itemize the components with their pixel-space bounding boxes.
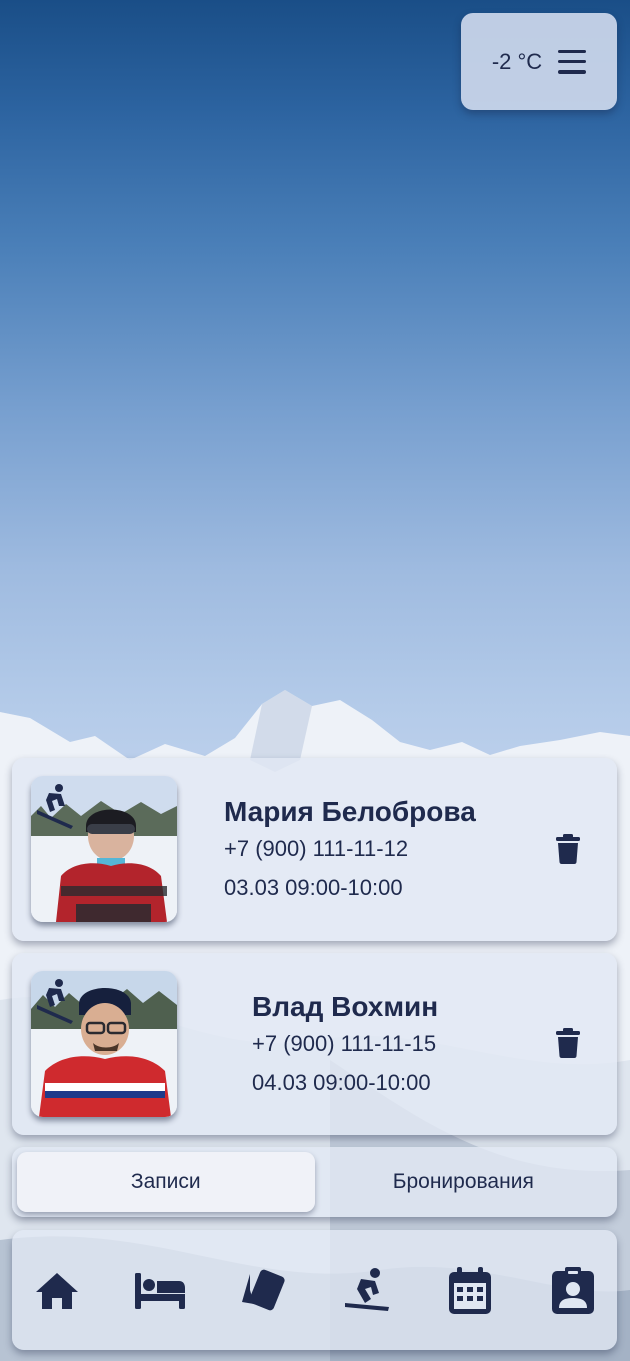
instructor-phone: +7 (900) 111-11-12 bbox=[224, 836, 409, 861]
nav-home[interactable] bbox=[27, 1265, 87, 1317]
tab-bookings[interactable]: Бронирования bbox=[315, 1152, 613, 1212]
instructor-photo-image bbox=[31, 776, 177, 922]
nav-calendar[interactable] bbox=[440, 1265, 500, 1317]
ski-pass-icon bbox=[242, 1269, 285, 1311]
nav-lodging[interactable] bbox=[130, 1265, 190, 1317]
appointment-info: Влад Вохмин +7 (900) 111-11-15 04.03 09:… bbox=[252, 991, 438, 1109]
instructor-name: Мария Белоброва bbox=[224, 796, 476, 827]
home-icon bbox=[36, 1273, 78, 1309]
nav-instructors[interactable] bbox=[337, 1265, 397, 1317]
menu-icon[interactable] bbox=[558, 49, 587, 74]
instructor-name: Влад Вохмин bbox=[252, 991, 439, 1022]
appointment-time: 03.03 09:00-10:00 bbox=[224, 875, 403, 900]
trash-icon[interactable] bbox=[556, 834, 580, 864]
instructor-photo-image bbox=[31, 971, 177, 1117]
appointment-card[interactable]: Влад Вохмин +7 (900) 111-11-15 04.03 09:… bbox=[12, 953, 617, 1135]
tab-records[interactable]: Записи bbox=[17, 1152, 315, 1212]
instructor-photo bbox=[31, 776, 177, 922]
nav-ski-pass[interactable] bbox=[232, 1265, 292, 1317]
bottom-navigation bbox=[12, 1230, 617, 1350]
bed-icon bbox=[135, 1273, 185, 1309]
snowboard-icon bbox=[345, 1268, 389, 1311]
calendar-icon bbox=[449, 1267, 491, 1314]
nav-profile[interactable] bbox=[543, 1265, 603, 1317]
appointment-card[interactable]: Мария Белоброва +7 (900) 111-11-12 03.03… bbox=[12, 758, 617, 941]
temperature-label: -2 °C bbox=[491, 48, 543, 74]
instructor-photo bbox=[31, 971, 177, 1117]
weather-widget: -2 °C bbox=[461, 13, 617, 110]
profile-badge-icon bbox=[552, 1267, 594, 1314]
appointment-info: Мария Белоброва +7 (900) 111-11-12 03.03… bbox=[224, 796, 476, 914]
instructor-phone: +7 (900) 111-11-15 bbox=[252, 1031, 437, 1056]
trash-icon[interactable] bbox=[556, 1028, 580, 1058]
appointment-time: 04.03 09:00-10:00 bbox=[252, 1070, 431, 1095]
tab-switcher: Записи Бронирования bbox=[12, 1147, 617, 1217]
